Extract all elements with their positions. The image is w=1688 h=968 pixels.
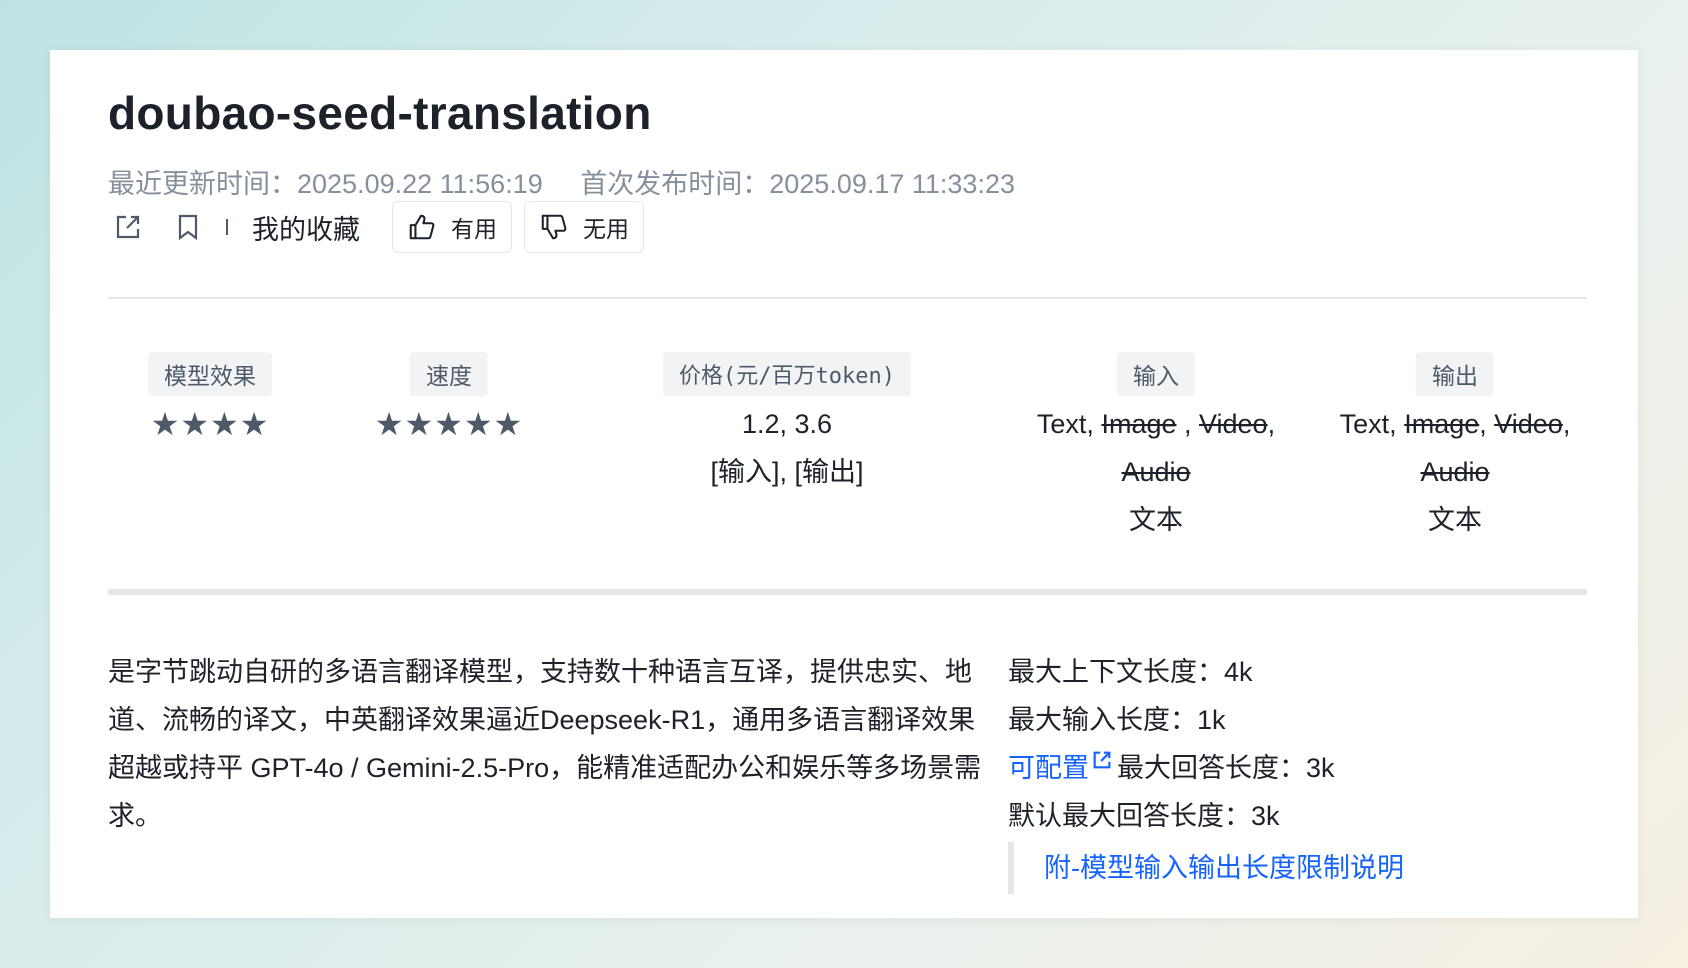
thumbs-up-icon [409, 214, 435, 240]
model-specs: 最大上下文长度：4k 最大输入长度：1k 可配置 最大回答长度：3k 默认最大回答… [1008, 648, 1568, 894]
external-link-icon [116, 215, 140, 239]
section-divider [108, 589, 1587, 595]
output-modalities: Text, Image, Video, [1339, 409, 1571, 439]
model-description: 是字节跳动自研的多语言翻译模型，支持数十种语言互译，提供忠实、地道、流畅的译文，… [108, 657, 982, 831]
stat-output: 输出 Text, Image, Video, Audio 文本 [1339, 352, 1571, 544]
speed-stars: ★★★★★ [374, 406, 524, 442]
stat-speed: 速度 ★★★★★ [375, 352, 523, 448]
updated-time: 最近更新时间：2025.09.22 11:56:19 [108, 169, 543, 199]
open-external-button[interactable] [108, 207, 148, 247]
model-card: doubao-seed-translation 最近更新时间：2025.09.2… [50, 50, 1638, 918]
stat-price: 价格(元/百万token) 1.2, 3.6 [输入], [输出] [663, 352, 911, 496]
default-max-answer-length: 默认最大回答长度：3k [1008, 801, 1280, 831]
length-limit-doc-link[interactable]: 附-模型输入输出长度限制说明 [1044, 844, 1404, 892]
configurable-link[interactable]: 可配置 [1008, 751, 1117, 783]
thumbs-down-icon [541, 214, 567, 240]
divider [108, 297, 1587, 299]
stat-price-label: 价格(元/百万token) [663, 352, 911, 396]
price-sub: [输入], [输出] [710, 457, 864, 487]
stat-speed-label: 速度 [410, 352, 488, 396]
action-bar: 我的收藏 有用 无用 [108, 200, 656, 254]
stat-input: 输入 Text, Image , Video, Audio 文本 [1037, 352, 1275, 544]
max-answer-length: 最大回答长度：3k [1117, 753, 1335, 783]
useless-label: 无用 [583, 216, 629, 242]
input-desc: 文本 [1128, 505, 1183, 535]
output-video: Video [1494, 409, 1563, 439]
model-meta: 最近更新时间：2025.09.22 11:56:19 首次发布时间：2025.0… [108, 162, 1045, 201]
stat-quality-label: 模型效果 [148, 352, 272, 396]
useful-button[interactable]: 有用 [392, 201, 512, 253]
length-limit-note: 附-模型输入输出长度限制说明 [1008, 842, 1568, 894]
output-image: Image [1404, 409, 1480, 439]
input-audio: Audio [1121, 457, 1191, 487]
max-context-length: 最大上下文长度：4k [1008, 657, 1253, 687]
output-audio: Audio [1420, 457, 1490, 487]
max-answer-row: 可配置 最大回答长度：3k [1008, 744, 1568, 792]
useful-label: 有用 [451, 216, 497, 242]
price-values: 1.2, 3.6 [741, 409, 833, 439]
published-time: 首次发布时间：2025.09.17 11:33:23 [580, 169, 1015, 199]
external-link-icon [1093, 751, 1111, 769]
stat-output-label: 输出 [1415, 352, 1494, 396]
max-input-length: 最大输入长度：1k [1008, 705, 1226, 735]
model-title: doubao-seed-translation [108, 87, 652, 139]
input-video: Video [1199, 409, 1268, 439]
output-desc: 文本 [1427, 505, 1482, 535]
useless-button[interactable]: 无用 [524, 201, 644, 253]
stat-input-label: 输入 [1116, 352, 1195, 396]
bookmark-icon [178, 214, 198, 241]
bookmark-button[interactable] [168, 207, 208, 247]
quality-stars: ★★★★ [150, 406, 270, 442]
stat-quality: 模型效果 ★★★★ [148, 352, 272, 448]
input-image: Image [1101, 409, 1177, 439]
my-favorites-link[interactable]: 我的收藏 [252, 208, 360, 247]
separator [226, 219, 228, 235]
input-modalities: Text, Image , Video, [1036, 409, 1276, 439]
